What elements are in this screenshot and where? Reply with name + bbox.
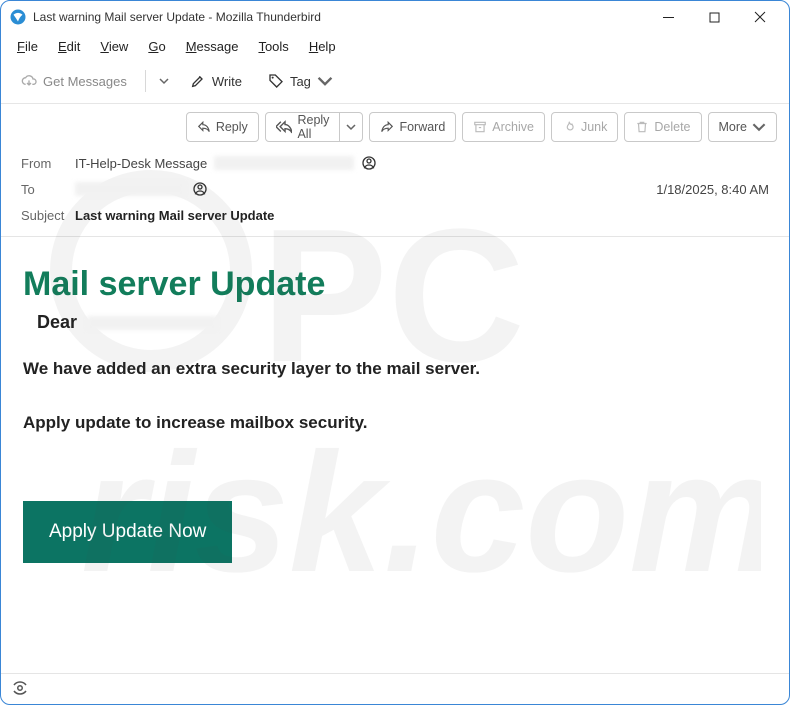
more-button[interactable]: More [708, 112, 777, 142]
connection-status-icon[interactable] [11, 679, 29, 700]
contact-icon[interactable] [360, 154, 378, 172]
message-header: From IT-Help-Desk Message To 1/18/2025, … [1, 148, 789, 230]
timestamp: 1/18/2025, 8:40 AM [656, 182, 769, 197]
subject-label: Subject [21, 208, 75, 223]
redacted-from-address [214, 156, 354, 170]
from-label: From [21, 156, 75, 171]
message-actions: Reply Reply All Forward Archive Junk Del… [1, 104, 789, 148]
reply-all-label: Reply All [297, 113, 329, 141]
chevron-down-icon [752, 120, 766, 134]
menu-file[interactable]: File [9, 37, 46, 56]
menu-tools[interactable]: Tools [250, 37, 296, 56]
close-button[interactable] [737, 2, 783, 32]
reply-button[interactable]: Reply [186, 112, 259, 142]
salutation: Dear [37, 312, 77, 333]
archive-label: Archive [492, 120, 534, 134]
status-bar [1, 673, 789, 704]
cta-label: Apply Update Now [49, 521, 206, 543]
junk-button[interactable]: Junk [551, 112, 618, 142]
thunderbird-icon [9, 8, 27, 26]
main-toolbar: Get Messages Write Tag [1, 59, 789, 104]
get-messages-button[interactable]: Get Messages [11, 67, 137, 95]
trash-icon [635, 120, 649, 134]
forward-icon [380, 120, 394, 134]
get-messages-dropdown[interactable] [154, 67, 174, 95]
chevron-down-icon [317, 73, 333, 89]
reply-all-dropdown[interactable] [340, 113, 362, 141]
body-line-1: We have added an extra security layer to… [23, 359, 767, 379]
menu-edit[interactable]: Edit [50, 37, 88, 56]
delete-label: Delete [654, 120, 690, 134]
title-bar: Last warning Mail server Update - Mozill… [1, 1, 789, 33]
reply-all-icon [276, 119, 293, 136]
archive-icon [473, 120, 487, 134]
maximize-button[interactable] [691, 2, 737, 32]
message-body: Mail server Update Dear We have added an… [1, 237, 789, 573]
minimize-button[interactable] [645, 2, 691, 32]
menu-bar: File Edit View Go Message Tools Help [1, 33, 789, 59]
forward-label: Forward [399, 120, 445, 134]
reply-icon [197, 120, 211, 134]
archive-button[interactable]: Archive [462, 112, 545, 142]
write-button[interactable]: Write [180, 67, 252, 95]
menu-go[interactable]: Go [140, 37, 173, 56]
window-title: Last warning Mail server Update - Mozill… [33, 10, 321, 24]
redacted-to-address [75, 182, 185, 196]
redacted-recipient-name [87, 316, 217, 330]
reply-label: Reply [216, 120, 248, 134]
menu-message[interactable]: Message [178, 37, 247, 56]
subject-value: Last warning Mail server Update [75, 208, 274, 223]
get-messages-label: Get Messages [43, 74, 127, 89]
pencil-icon [190, 73, 206, 89]
delete-button[interactable]: Delete [624, 112, 701, 142]
apply-update-button[interactable]: Apply Update Now [23, 501, 232, 563]
more-label: More [719, 120, 747, 134]
menu-view[interactable]: View [92, 37, 136, 56]
reply-all-button[interactable]: Reply All [265, 112, 364, 142]
flame-icon [562, 120, 576, 134]
tag-button[interactable]: Tag [258, 67, 343, 95]
tag-label: Tag [290, 74, 311, 89]
junk-label: Junk [581, 120, 607, 134]
toolbar-divider [145, 70, 146, 92]
chevron-down-icon [346, 122, 356, 132]
forward-button[interactable]: Forward [369, 112, 456, 142]
tag-icon [268, 73, 284, 89]
from-value: IT-Help-Desk Message [75, 156, 207, 171]
menu-help[interactable]: Help [301, 37, 344, 56]
cloud-download-icon [21, 73, 37, 89]
to-label: To [21, 182, 75, 197]
write-label: Write [212, 74, 242, 89]
contact-icon[interactable] [191, 180, 209, 198]
app-window: risk.com PC Last warning Mail server Upd… [0, 0, 790, 705]
body-line-2: Apply update to increase mailbox securit… [23, 413, 767, 433]
chevron-down-icon [159, 76, 169, 86]
body-heading: Mail server Update [23, 265, 767, 304]
